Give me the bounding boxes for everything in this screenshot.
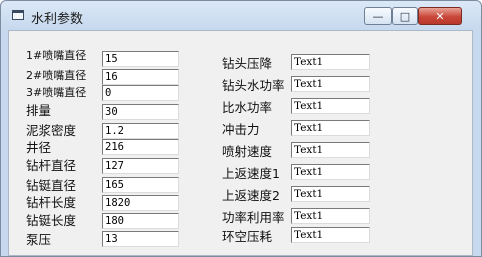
impact-force-label: 冲击力	[222, 122, 260, 137]
power-utilization-output[interactable]: Text1	[291, 208, 370, 224]
bit-pressure-drop-output[interactable]: Text1	[291, 54, 370, 70]
impact-force-output[interactable]: Text1	[291, 120, 370, 136]
annular-velocity2-label: 上返速度2	[222, 188, 280, 203]
close-button[interactable]: ✕	[418, 7, 462, 25]
drillcollar-diameter-input[interactable]: 165	[102, 177, 179, 193]
title-bar[interactable]: 水利参数 — □ ✕	[1, 1, 481, 30]
bit-hydraulic-power-label: 钻头水功率	[222, 78, 285, 93]
annular-velocity1-output[interactable]: Text1	[291, 164, 370, 180]
window-title: 水利参数	[31, 12, 84, 27]
nozzle3-diameter-label: 3#喷嘴直径	[26, 86, 87, 99]
nozzle3-diameter-input[interactable]: 0	[102, 85, 179, 101]
minimize-icon: —	[372, 9, 384, 23]
drillcollar-length-label: 钻铤长度	[26, 213, 77, 228]
nozzle1-diameter-input[interactable]: 15	[102, 51, 179, 67]
drillcollar-length-input[interactable]: 180	[102, 213, 179, 229]
jet-velocity-output[interactable]: Text1	[291, 142, 370, 158]
drillpipe-length-input[interactable]: 1820	[102, 195, 179, 211]
app-window: 水利参数 — □ ✕ 1#喷嘴直径 15 2#喷嘴直径 16 3#喷嘴直径 0 …	[0, 0, 482, 257]
pump-pressure-input[interactable]: 13	[102, 231, 179, 247]
power-utilization-label: 功率利用率	[222, 210, 285, 225]
maximize-button[interactable]: □	[392, 7, 418, 25]
specific-hydraulic-power-output[interactable]: Text1	[291, 98, 370, 114]
nozzle2-diameter-label: 2#喷嘴直径	[26, 69, 87, 82]
borehole-diameter-label: 井径	[26, 140, 52, 155]
minimize-button[interactable]: —	[364, 7, 392, 25]
window-icon	[12, 10, 24, 20]
close-icon: ✕	[435, 9, 445, 23]
annular-pressure-loss-label: 环空压耗	[222, 229, 273, 244]
flow-rate-input[interactable]: 30	[102, 104, 179, 120]
specific-hydraulic-power-label: 比水功率	[222, 100, 273, 115]
bit-hydraulic-power-output[interactable]: Text1	[291, 76, 370, 92]
flow-rate-label: 排量	[26, 103, 52, 118]
annular-pressure-loss-output[interactable]: Text1	[291, 227, 370, 243]
jet-velocity-label: 喷射速度	[222, 144, 273, 159]
bit-pressure-drop-label: 钻头压降	[222, 56, 273, 71]
annular-velocity1-label: 上返速度1	[222, 166, 280, 181]
drillpipe-diameter-label: 钻杆直径	[26, 158, 77, 173]
mud-density-input[interactable]: 1.2	[102, 123, 179, 139]
nozzle1-diameter-label: 1#喷嘴直径	[26, 49, 87, 62]
drillpipe-length-label: 钻杆长度	[26, 195, 77, 210]
drillpipe-diameter-input[interactable]: 127	[102, 158, 179, 174]
form-area: 1#喷嘴直径 15 2#喷嘴直径 16 3#喷嘴直径 0 排量 30 泥浆密度 …	[8, 30, 473, 256]
annular-velocity2-output[interactable]: Text1	[291, 186, 370, 202]
nozzle2-diameter-input[interactable]: 16	[102, 69, 179, 85]
borehole-diameter-input[interactable]: 216	[102, 139, 179, 155]
pump-pressure-label: 泵压	[26, 232, 52, 247]
maximize-icon: □	[399, 9, 411, 23]
